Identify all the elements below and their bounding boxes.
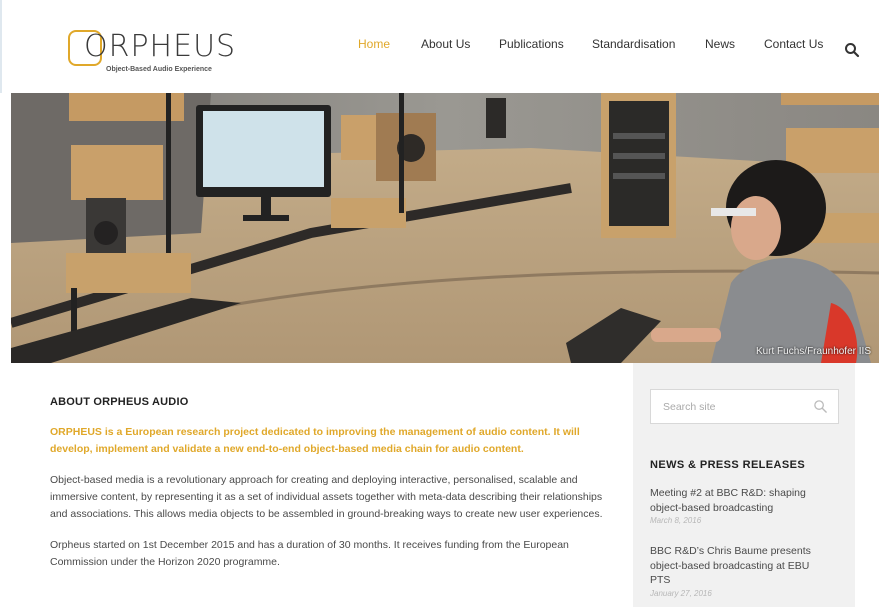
hero-image: Kurt Fuchs/Fraunhofer IIS [11, 93, 879, 363]
nav-contact-us[interactable]: Contact Us [764, 37, 823, 51]
news-item: Meeting #2 at BBC R&D: shaping object-ba… [650, 486, 830, 525]
about-paragraph: Orpheus started on 1st December 2015 and… [50, 539, 569, 568]
logo-wordmark: ORPHEUS [84, 29, 237, 64]
sidebar: NEWS & PRESS RELEASES Meeting #2 at BBC … [633, 363, 855, 607]
search-input[interactable] [651, 390, 801, 423]
nav-home[interactable]: Home [358, 37, 390, 51]
sidebar-search [650, 389, 839, 424]
search-icon[interactable] [844, 42, 860, 58]
about-title: ABOUT ORPHEUS AUDIO [50, 396, 189, 408]
about-lead: ORPHEUS is a European research project d… [50, 426, 580, 455]
site-logo[interactable]: ORPHEUS Object-Based Audio Experience [68, 30, 235, 76]
photo-credit: Kurt Fuchs/Fraunhofer IIS [755, 346, 871, 357]
news-link[interactable]: Meeting #2 at BBC R&D: shaping object-ba… [650, 486, 830, 515]
site-header: ORPHEUS Object-Based Audio Experience Ho… [0, 0, 879, 93]
news-link[interactable]: BBC R&D’s Chris Baume presents object-ba… [650, 544, 830, 588]
news-date: March 8, 2016 [650, 516, 702, 525]
nav-news[interactable]: News [705, 37, 735, 51]
news-item: BBC R&D’s Chris Baume presents object-ba… [650, 544, 830, 598]
nav-publications[interactable]: Publications [499, 37, 564, 51]
nav-about-us[interactable]: About Us [421, 37, 470, 51]
news-heading: NEWS & PRESS RELEASES [650, 459, 806, 471]
studio-photo [11, 93, 879, 363]
logo-tagline: Object-Based Audio Experience [106, 66, 212, 73]
about-paragraph: Object-based media is a revolutionary ap… [50, 474, 603, 520]
about-section: ABOUT ORPHEUS AUDIO ORPHEUS is a Europea… [50, 396, 605, 571]
nav-standardisation[interactable]: Standardisation [592, 37, 675, 51]
news-date: January 27, 2016 [650, 588, 712, 598]
search-icon[interactable] [813, 399, 828, 414]
